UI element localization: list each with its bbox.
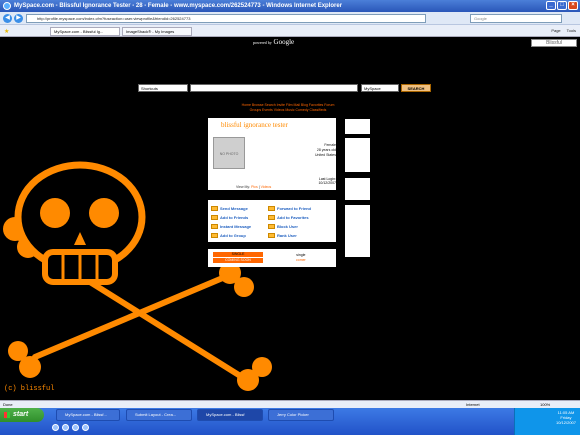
copyright-text: (c) blissful: [4, 385, 55, 393]
last-login: Last Login: 10/12/2007: [318, 177, 336, 185]
side-box-4: [345, 205, 370, 257]
tools-menu[interactable]: Tools: [567, 27, 576, 35]
nav-links[interactable]: Home Browse Search Invite Film Mail Blog…: [208, 103, 368, 113]
taskbar-item-2[interactable]: Submit Layout - Crea...: [126, 409, 192, 421]
add-to-friends-button[interactable]: Add to Friends: [211, 215, 248, 220]
myspace-search-bar: Shortcuts MySpace SEARCH: [138, 84, 434, 92]
close-button[interactable]: ×: [568, 1, 578, 10]
song-label: single comer: [296, 253, 306, 262]
instant-message-button[interactable]: Instant Message: [211, 224, 251, 229]
search-button[interactable]: SEARCH: [401, 84, 431, 92]
add-to-group-button[interactable]: Add to Group: [211, 233, 246, 238]
minimize-button[interactable]: _: [546, 1, 556, 10]
maximize-button[interactable]: □: [557, 1, 567, 10]
blissful-box: Blissful: [531, 39, 577, 47]
ie-icon: [3, 2, 11, 10]
nav-row-2[interactable]: Groups Events Videos Music Comedy Classi…: [208, 108, 368, 113]
back-icon[interactable]: ◀: [3, 14, 12, 23]
profile-info: Female 28 years old United States: [314, 143, 336, 157]
quicklaunch-icon-3[interactable]: [72, 424, 79, 431]
taskbar-item-3[interactable]: MySpace.com - Blissf: [197, 409, 263, 421]
system-tray: 11:05 AM Friday 10/12/2007: [514, 408, 580, 435]
forward-icon[interactable]: ▶: [14, 14, 23, 23]
side-box-2: [345, 138, 370, 172]
taskbar: start MySpace.com - Blissf... Submit Lay…: [0, 408, 580, 435]
view-my: View My: Pics | Videos: [236, 185, 272, 189]
address-bar: ◀ ▶ http://profile.myspace.com/index.cfm…: [0, 12, 580, 25]
tab-bar: ★ MySpace.com - Blissful Ig... ImageShac…: [0, 25, 580, 37]
title-bar: MySpace.com - Blissful Ignorance Tester …: [0, 0, 580, 12]
status-bar: Done Internet 100%: [0, 400, 580, 408]
page-menu[interactable]: Page: [551, 27, 560, 35]
quicklaunch-icon-2[interactable]: [62, 424, 69, 431]
send-message-button[interactable]: Send Message: [211, 206, 248, 211]
pics-link[interactable]: Pics: [251, 185, 258, 189]
window-controls: _ □ ×: [546, 1, 578, 10]
profile-name: blissful ignorance tester: [221, 121, 288, 129]
quicklaunch-icon-1[interactable]: [52, 424, 59, 431]
block-user-button[interactable]: Block User: [268, 224, 298, 229]
taskbar-item-4[interactable]: Jerry Color Picker: [268, 409, 334, 421]
myspace-search-input[interactable]: [190, 84, 358, 92]
status-text: Done: [3, 402, 13, 407]
window-title: MySpace.com - Blissful Ignorance Tester …: [14, 3, 343, 9]
tab-imageshack[interactable]: ImageShack® - My Images: [122, 27, 192, 36]
forward-to-friend-button[interactable]: Forward to Friend: [268, 206, 311, 211]
google-logo: powered by Google: [253, 38, 295, 46]
tab-myspace[interactable]: MySpace.com - Blissful Ig...: [50, 27, 120, 36]
taskbar-item-1[interactable]: MySpace.com - Blissf...: [56, 409, 120, 421]
side-box-1: [345, 119, 370, 134]
side-box-3: [345, 178, 370, 200]
song-title[interactable]: COMING SOON: [213, 258, 263, 263]
song-artist[interactable]: SINGLE: [213, 252, 263, 257]
favorites-star-icon[interactable]: ★: [4, 28, 9, 35]
shortcuts-select[interactable]: Shortcuts: [138, 84, 188, 92]
search-input[interactable]: Google: [470, 14, 562, 23]
videos-link[interactable]: Videos: [261, 185, 272, 189]
search-scope-select[interactable]: MySpace: [361, 84, 399, 92]
url-input[interactable]: http://profile.myspace.com/index.cfm?fus…: [26, 14, 426, 23]
profile-photo[interactable]: NO PHOTO: [213, 137, 245, 169]
clock[interactable]: 11:05 AM Friday 10/12/2007: [556, 410, 576, 425]
quicklaunch-icon-4[interactable]: [82, 424, 89, 431]
windows-logo-icon: [4, 412, 10, 418]
command-bar: Page Tools: [551, 27, 576, 35]
rank-user-button[interactable]: Rank User: [268, 233, 297, 238]
add-to-favorites-button[interactable]: Add to Favorites: [268, 215, 309, 220]
start-button[interactable]: start: [0, 408, 44, 422]
